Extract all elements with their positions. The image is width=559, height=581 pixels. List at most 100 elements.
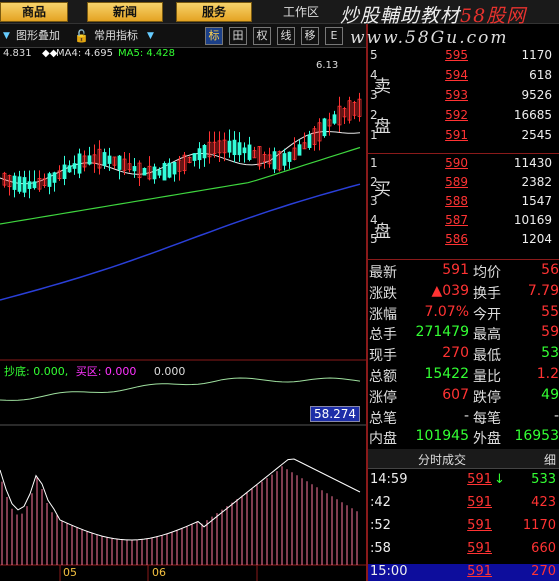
- candle-body: [272, 151, 277, 170]
- menu-goods-button[interactable]: 商品: [0, 2, 68, 22]
- menu-service-button[interactable]: 服务: [176, 2, 252, 22]
- candle-body: [282, 153, 287, 166]
- book-price[interactable]: 592: [410, 108, 468, 122]
- menu-news-button[interactable]: 新闻: [87, 2, 163, 22]
- stat-cell: 量比 1.2: [473, 366, 559, 386]
- trade-tick-row[interactable]: 15:00 591 270: [368, 564, 559, 581]
- book-price[interactable]: 591: [410, 128, 468, 142]
- toolbar-button-mark[interactable]: 标: [205, 27, 223, 45]
- book-volume: 618: [529, 68, 552, 82]
- sell-book-row[interactable]: 4 594 618: [368, 68, 559, 87]
- tick-volume: 270: [531, 564, 556, 579]
- candle-body: [87, 155, 92, 165]
- candle-body: [247, 144, 252, 160]
- tick-volume: 660: [531, 541, 556, 556]
- trade-ticks-header: 分时成交 细: [368, 449, 559, 469]
- stat-label: 总额: [369, 369, 397, 385]
- chart-toolbar: ▼ 图形叠加 🔓 常用指标 ▼ 标 田 权 线 移 E: [0, 24, 366, 48]
- candle-body: [117, 155, 122, 170]
- toolbar-button-line[interactable]: 线: [277, 27, 295, 45]
- candle-body: [232, 139, 237, 156]
- trade-tick-row[interactable]: :58 591 660: [368, 541, 559, 563]
- book-volume: 10169: [513, 213, 552, 227]
- candle-body: [27, 181, 32, 189]
- book-volume: 2545: [521, 128, 552, 142]
- workzone-tab[interactable]: 工作区: [283, 3, 329, 21]
- stat-value: 271479: [415, 324, 469, 341]
- tick-price: 591: [467, 564, 492, 579]
- stat-cell: 总手 271479: [369, 324, 469, 344]
- candle-body: [132, 166, 137, 172]
- candle-body: [142, 167, 147, 176]
- book-price[interactable]: 588: [410, 194, 468, 208]
- book-price[interactable]: 586: [410, 232, 468, 246]
- candle-body: [17, 176, 22, 192]
- book-price[interactable]: 590: [410, 156, 468, 170]
- lock-icon[interactable]: 🔓: [74, 27, 89, 45]
- sell-book-row[interactable]: 2 592 16685: [368, 108, 559, 127]
- sell-book-row[interactable]: 1 591 2545: [368, 128, 559, 147]
- candle-body: [62, 164, 67, 180]
- stat-label: 总笔: [369, 410, 397, 427]
- stat-label: 今开: [473, 306, 501, 323]
- toolbar-button-move[interactable]: 移: [301, 27, 319, 45]
- indicator-smooth-line: [0, 458, 361, 541]
- trade-ticks-detail-tab[interactable]: 细: [544, 451, 556, 468]
- candle-body: [197, 148, 202, 161]
- stat-value: 1.2: [536, 366, 559, 382]
- candle-body: [307, 134, 312, 148]
- sell-book-row[interactable]: 5 595 1170: [368, 48, 559, 67]
- stat-value: 270: [442, 345, 469, 362]
- ma3-value: 4.831: [3, 48, 32, 59]
- candle-body: [157, 169, 162, 176]
- book-volume: 1204: [521, 232, 552, 246]
- book-price[interactable]: 589: [410, 175, 468, 189]
- sell-book-row[interactable]: 3 593 9526: [368, 88, 559, 107]
- candle-body: [47, 173, 52, 187]
- x-axis-label: 06: [152, 566, 166, 579]
- indicator-arrow-icon[interactable]: ▼: [147, 27, 154, 45]
- book-price[interactable]: 593: [410, 88, 468, 102]
- toolbar-button-rights[interactable]: 权: [253, 27, 271, 45]
- stat-label: 外盘: [473, 431, 501, 448]
- tick-time: :42: [370, 495, 391, 510]
- buy-book-row[interactable]: 1 590 11430: [368, 156, 559, 175]
- stat-value: ▲039: [431, 282, 470, 299]
- candle-body: [72, 163, 77, 169]
- tick-volume: 1170: [522, 518, 556, 533]
- candle-body: [102, 152, 107, 166]
- book-divider: [368, 259, 559, 260]
- trade-tick-row[interactable]: :52 591 1170: [368, 518, 559, 540]
- trade-tick-row[interactable]: :42 591 423: [368, 495, 559, 517]
- stat-value: 53: [541, 345, 559, 362]
- book-price[interactable]: 594: [410, 68, 468, 82]
- stat-cell: 内盘 101945: [369, 428, 469, 448]
- stat-label: 涨跌: [369, 285, 397, 302]
- stat-label: 内盘: [369, 431, 397, 448]
- toolbar-button-grid[interactable]: 田: [229, 27, 247, 45]
- kline-chart[interactable]: [0, 48, 366, 581]
- overlay-menu[interactable]: 图形叠加: [16, 27, 60, 45]
- buy-book-row[interactable]: 3 588 1547: [368, 194, 559, 213]
- stat-value: 55: [541, 303, 559, 320]
- stat-value: 607: [442, 386, 469, 403]
- stat-value: 7.07%: [424, 303, 469, 320]
- tick-price: 591: [467, 495, 492, 510]
- dropdown-arrow-icon[interactable]: ▼: [3, 27, 10, 45]
- indicator-menu[interactable]: 常用指标: [94, 27, 138, 45]
- stat-label: 均价: [473, 265, 501, 281]
- stat-label: 每笔: [473, 410, 501, 427]
- trade-ticks-title[interactable]: 分时成交: [418, 451, 466, 468]
- trade-tick-row[interactable]: 14:59 591 ↓ 533: [368, 472, 559, 494]
- buy-book-row[interactable]: 2 589 2382: [368, 175, 559, 194]
- book-price[interactable]: 587: [410, 213, 468, 227]
- stat-label: 最新: [369, 265, 397, 281]
- stat-cell: 今开 55: [473, 304, 559, 324]
- book-price[interactable]: 595: [410, 48, 468, 62]
- tick-time: 14:59: [370, 472, 408, 487]
- buy-book-row[interactable]: 5 586 1204: [368, 232, 559, 251]
- book-volume: 2382: [521, 175, 552, 189]
- buy-book-row[interactable]: 4 587 10169: [368, 213, 559, 232]
- candle-body: [172, 161, 177, 175]
- toolbar-button-e[interactable]: E: [325, 27, 343, 45]
